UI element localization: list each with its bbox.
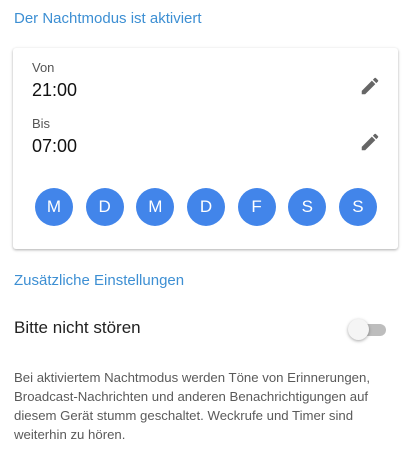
day-toggle-sunday[interactable]: S	[338, 188, 377, 226]
day-toggle-wednesday[interactable]: M	[136, 188, 175, 226]
additional-settings-title: Zusätzliche Einstellungen	[14, 272, 185, 289]
day-toggle-saturday[interactable]: S	[288, 188, 327, 226]
start-time-value: 21:00	[32, 80, 78, 100]
do-not-disturb-toggle[interactable]	[348, 318, 386, 340]
start-time-row[interactable]: Von 21:00	[32, 60, 382, 108]
end-time-row[interactable]: Bis 07:00	[32, 116, 382, 164]
edit-start-time-button[interactable]	[357, 73, 383, 99]
toggle-thumb	[348, 319, 369, 340]
day-toggle-friday[interactable]: F	[237, 188, 276, 226]
start-time-label: Von	[32, 60, 55, 75]
end-time-value: 07:00	[32, 136, 78, 156]
pencil-icon	[361, 133, 379, 151]
do-not-disturb-label: Bitte nicht stören	[14, 318, 141, 337]
edit-end-time-button[interactable]	[357, 129, 383, 155]
day-toggle-tuesday[interactable]: D	[85, 188, 124, 226]
day-toggle-monday[interactable]: M	[35, 188, 73, 226]
schedule-card: Von 21:00 Bis 07:00 M D M D F S S	[13, 48, 398, 249]
night-mode-description: Bei aktiviertem Nachtmodus werden Töne v…	[14, 370, 371, 442]
weekday-selector: M D M D F S S	[35, 188, 377, 228]
pencil-icon	[361, 77, 379, 95]
day-toggle-thursday[interactable]: D	[186, 188, 225, 226]
night-mode-status-title: Der Nachtmodus ist aktiviert	[14, 10, 202, 27]
end-time-label: Bis	[32, 116, 51, 131]
do-not-disturb-row[interactable]: Bitte nicht stören	[14, 312, 394, 346]
